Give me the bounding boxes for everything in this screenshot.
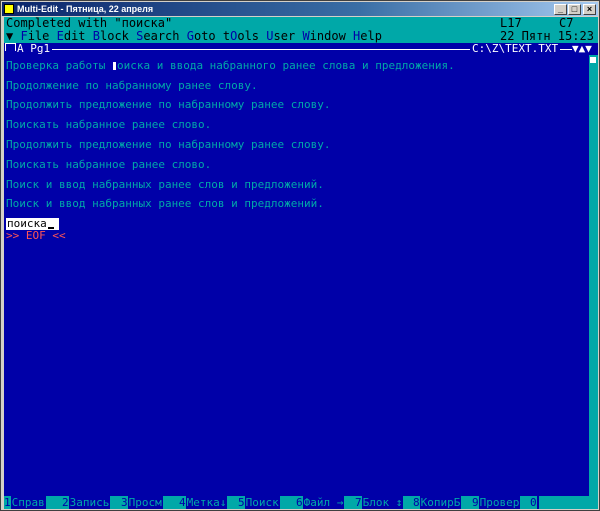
fkey-2[interactable]: 2Запись bbox=[62, 496, 111, 509]
fkey-6[interactable]: 6Файл → bbox=[296, 496, 345, 509]
fkey-1[interactable]: 1Справ bbox=[4, 496, 46, 509]
editor-screen: Completed with "поиска" L17 C7 ▼ File Ed… bbox=[4, 17, 598, 509]
window-label: A bbox=[17, 42, 24, 55]
text-line: Продолжить предложение по набранному ран… bbox=[6, 138, 331, 151]
window-title: Multi-Edit - Пятница, 22 апреля bbox=[17, 4, 154, 14]
page-indicator: Pg1 bbox=[30, 42, 51, 55]
menu-file[interactable]: File bbox=[20, 29, 49, 43]
title-bar[interactable]: Multi-Edit - Пятница, 22 апреля _ □ × bbox=[2, 2, 598, 16]
menu-search[interactable]: Search bbox=[136, 29, 179, 43]
function-key-bar: 1Справ 2Запись 3Просм 4Метка↓ 5Поиск 6Фа… bbox=[4, 496, 598, 509]
eof-marker: >> EOF << bbox=[6, 229, 66, 242]
fkey-0[interactable]: 0 bbox=[530, 496, 539, 509]
fkey-8[interactable]: 8КопирБ bbox=[413, 496, 462, 509]
scrollbar-thumb[interactable] bbox=[590, 57, 596, 63]
application-window: Multi-Edit - Пятница, 22 апреля _ □ × Co… bbox=[0, 0, 600, 511]
text-line: Продолжение по набранному ранее слову. bbox=[6, 79, 258, 92]
close-button[interactable]: × bbox=[583, 4, 596, 15]
text-line: Поискать набранное ранее слово. bbox=[6, 158, 212, 171]
minimize-button[interactable]: _ bbox=[554, 4, 567, 15]
fkey-4[interactable]: 4Метка↓ bbox=[179, 496, 228, 509]
window-tab[interactable]: A Pg1 bbox=[4, 42, 53, 55]
window-frame-top: A Pg1 C:\Z\TEXT.TXT ▼▲▼ bbox=[4, 43, 598, 55]
text-line: Поискать набранное ранее слово. bbox=[6, 118, 212, 131]
file-path: C:\Z\TEXT.TXT bbox=[470, 42, 561, 55]
menu-goto[interactable]: Goto bbox=[187, 29, 216, 43]
menu-tools[interactable]: tOols bbox=[223, 29, 259, 43]
text-cursor bbox=[112, 62, 116, 70]
vertical-scrollbar[interactable] bbox=[589, 55, 598, 509]
menu-help[interactable]: Help bbox=[353, 29, 382, 43]
menu-window[interactable]: Window bbox=[302, 29, 345, 43]
text-line: Проверка работы оиска и ввода набранного… bbox=[6, 59, 455, 72]
menu-edit[interactable]: Edit bbox=[57, 29, 86, 43]
menu-block[interactable]: Block bbox=[93, 29, 129, 43]
text-line: Поиск и ввод набранных ранее слов и пред… bbox=[6, 197, 324, 210]
menu-arrow-icon[interactable]: ▼ bbox=[6, 29, 20, 43]
text-area[interactable]: Проверка работы оиска и ввода набранного… bbox=[4, 55, 589, 475]
text-line: Поиск и ввод набранных ранее слов и пред… bbox=[6, 178, 324, 191]
maximize-button[interactable]: □ bbox=[568, 4, 581, 15]
app-icon[interactable] bbox=[4, 4, 14, 14]
window-arrows-icon[interactable]: ▼▲▼ bbox=[572, 43, 592, 55]
window-frame-icon bbox=[5, 43, 16, 51]
menu-items: ▼ File Edit Block Search Goto tOols User… bbox=[6, 30, 382, 43]
fkey-5[interactable]: 5Поиск bbox=[238, 496, 280, 509]
fkey-3[interactable]: 3Просм bbox=[121, 496, 163, 509]
menu-user[interactable]: User bbox=[266, 29, 295, 43]
text-line: Продолжить предложение по набранному ран… bbox=[6, 98, 331, 111]
fkey-9[interactable]: 9Провер bbox=[472, 496, 521, 509]
fkey-7[interactable]: 7Блок ↕ bbox=[355, 496, 404, 509]
